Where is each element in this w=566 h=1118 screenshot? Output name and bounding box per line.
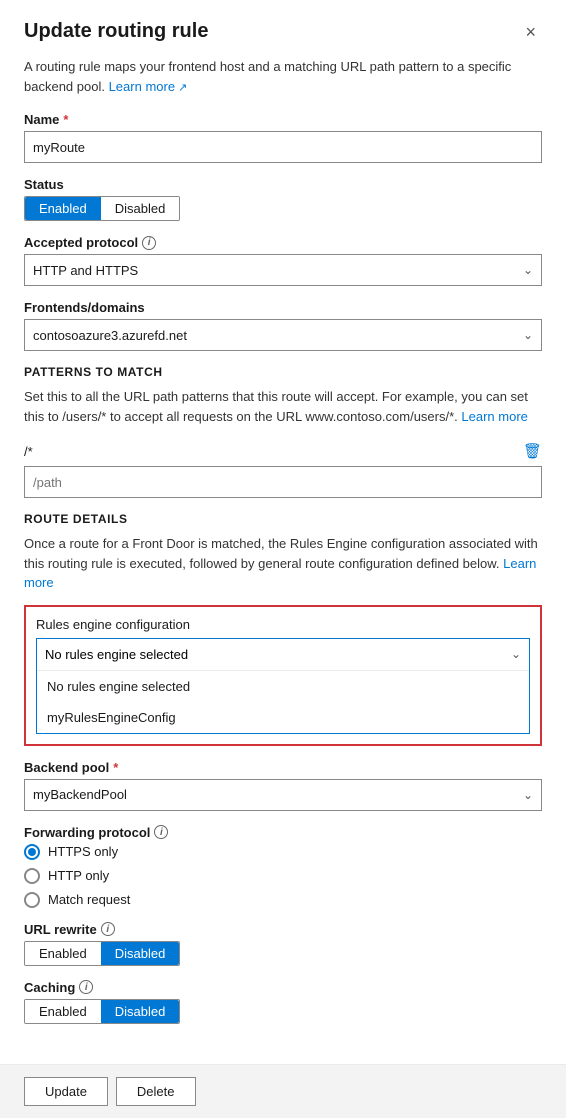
frontends-field-group: Frontends/domains contosoazure3.azurefd.… <box>24 300 542 351</box>
protocol-label: Accepted protocol i <box>24 235 542 250</box>
name-label: Name * <box>24 112 542 127</box>
protocol-dropdown[interactable]: HTTP and HTTPS ⌄ <box>24 254 542 286</box>
backend-pool-required: * <box>113 760 118 775</box>
forwarding-https-only-radio[interactable] <box>24 844 40 860</box>
delete-pattern-icon[interactable]: 🗑 <box>523 442 542 460</box>
name-input[interactable] <box>24 131 542 163</box>
rules-engine-label: Rules engine configuration <box>36 617 530 632</box>
forwarding-https-only-item: HTTPS only <box>24 844 542 860</box>
forwarding-match-request-item: Match request <box>24 892 542 908</box>
forwarding-protocol-info-icon[interactable]: i <box>154 825 168 839</box>
patterns-description: Set this to all the URL path patterns th… <box>24 387 542 426</box>
forwarding-protocol-label: Forwarding protocol i <box>24 825 542 840</box>
name-required: * <box>63 112 68 127</box>
close-button[interactable]: × <box>519 20 542 45</box>
route-details-description: Once a route for a Front Door is matched… <box>24 534 542 593</box>
backend-pool-dropdown[interactable]: myBackendPool ⌄ <box>24 779 542 811</box>
panel-description: A routing rule maps your frontend host a… <box>24 57 542 96</box>
protocol-field-group: Accepted protocol i HTTP and HTTPS ⌄ <box>24 235 542 286</box>
route-details-heading: ROUTE DETAILS <box>24 512 542 526</box>
pattern-row: /* 🗑 <box>24 442 542 460</box>
forwarding-match-request-radio[interactable] <box>24 892 40 908</box>
caching-label: Caching i <box>24 980 542 995</box>
caching-disabled-button[interactable]: Disabled <box>101 1000 180 1023</box>
delete-button[interactable]: Delete <box>116 1077 196 1106</box>
forwarding-protocol-field-group: Forwarding protocol i HTTPS only HTTP on… <box>24 825 542 908</box>
rules-engine-dropdown-arrow: ⌄ <box>511 647 521 661</box>
url-rewrite-enabled-button[interactable]: Enabled <box>25 942 101 965</box>
backend-pool-dropdown-arrow: ⌄ <box>523 788 533 802</box>
caching-toggle-group: Enabled Disabled <box>24 999 180 1024</box>
rules-engine-dropdown[interactable]: No rules engine selected ⌄ No rules engi… <box>36 638 530 734</box>
frontends-label: Frontends/domains <box>24 300 542 315</box>
caching-enabled-button[interactable]: Enabled <box>25 1000 101 1023</box>
url-rewrite-field-group: URL rewrite i Enabled Disabled <box>24 922 542 966</box>
url-rewrite-disabled-button[interactable]: Disabled <box>101 942 180 965</box>
rules-engine-option-config[interactable]: myRulesEngineConfig <box>37 702 529 733</box>
update-button[interactable]: Update <box>24 1077 108 1106</box>
panel: Update routing rule × A routing rule map… <box>0 0 566 1118</box>
forwarding-match-request-label: Match request <box>48 892 130 907</box>
protocol-info-icon[interactable]: i <box>142 236 156 250</box>
status-enabled-button[interactable]: Enabled <box>25 197 101 220</box>
forwarding-protocol-radio-group: HTTPS only HTTP only Match request <box>24 844 542 908</box>
rules-engine-section: Rules engine configuration No rules engi… <box>24 605 542 746</box>
forwarding-http-only-radio[interactable] <box>24 868 40 884</box>
name-field-group: Name * <box>24 112 542 163</box>
backend-pool-label: Backend pool * <box>24 760 542 775</box>
backend-pool-field-group: Backend pool * myBackendPool ⌄ <box>24 760 542 811</box>
rules-engine-selected-value: No rules engine selected <box>45 647 188 662</box>
url-rewrite-info-icon[interactable]: i <box>101 922 115 936</box>
rules-engine-option-none[interactable]: No rules engine selected <box>37 671 529 702</box>
frontends-dropdown[interactable]: contosoazure3.azurefd.net ⌄ <box>24 319 542 351</box>
description-learn-more-link[interactable]: Learn more <box>109 79 188 94</box>
status-toggle-group: Enabled Disabled <box>24 196 180 221</box>
url-rewrite-label: URL rewrite i <box>24 922 542 937</box>
forwarding-http-only-label: HTTP only <box>48 868 109 883</box>
status-label: Status <box>24 177 542 192</box>
forwarding-http-only-item: HTTP only <box>24 868 542 884</box>
caching-field-group: Caching i Enabled Disabled <box>24 980 542 1024</box>
url-rewrite-toggle-group: Enabled Disabled <box>24 941 180 966</box>
footer: Update Delete <box>0 1064 566 1118</box>
frontends-dropdown-arrow: ⌄ <box>523 328 533 342</box>
status-field-group: Status Enabled Disabled <box>24 177 542 221</box>
caching-info-icon[interactable]: i <box>79 980 93 994</box>
pattern-input[interactable] <box>24 466 542 498</box>
patterns-section-heading: PATTERNS TO MATCH <box>24 365 542 379</box>
rules-engine-dropdown-header[interactable]: No rules engine selected ⌄ <box>37 639 529 671</box>
pattern-value: /* <box>24 444 523 459</box>
patterns-learn-more-link[interactable]: Learn more <box>461 409 527 424</box>
status-disabled-button[interactable]: Disabled <box>101 197 180 220</box>
panel-header: Update routing rule × <box>24 20 542 45</box>
panel-title: Update routing rule <box>24 20 208 43</box>
rules-engine-options: No rules engine selected myRulesEngineCo… <box>37 671 529 733</box>
forwarding-https-only-label: HTTPS only <box>48 844 118 859</box>
pattern-input-group <box>24 466 542 498</box>
protocol-dropdown-arrow: ⌄ <box>523 263 533 277</box>
